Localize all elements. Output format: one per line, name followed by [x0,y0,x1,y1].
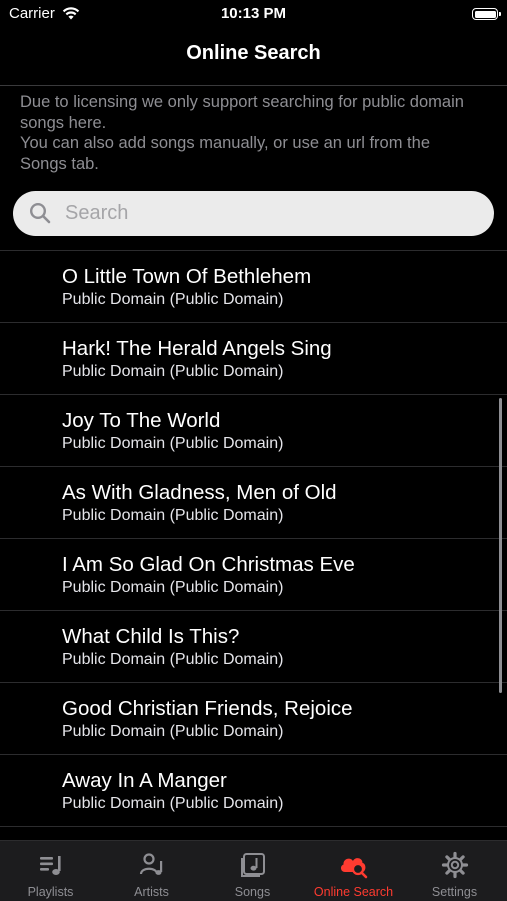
battery-icon [472,8,501,20]
song-subtitle: Public Domain (Public Domain) [62,363,284,380]
artists-icon [101,851,202,879]
song-title: Joy To The World [62,409,221,432]
tab-online-search[interactable]: Online Search [303,841,404,901]
song-subtitle: Public Domain (Public Domain) [62,435,284,452]
song-subtitle: Public Domain (Public Domain) [62,795,284,812]
song-title: O Little Town Of Bethlehem [62,265,312,288]
tab-playlists[interactable]: Playlists [0,841,101,901]
nav-divider [0,85,507,86]
search-icon [29,202,51,229]
status-bar: Carrier 10:13 PM [0,0,507,30]
song-subtitle: Public Domain (Public Domain) [62,579,284,596]
song-title: What Child Is This? [62,625,240,648]
tab-label: Songs [234,885,271,899]
list-item[interactable]: As With Gladness, Men of Old Public Doma… [0,467,507,539]
song-subtitle: Public Domain (Public Domain) [62,723,284,740]
search-bar[interactable] [13,191,494,236]
list-item[interactable]: I Am So Glad On Christmas Eve Public Dom… [0,539,507,611]
tab-label: Online Search [313,885,394,899]
playlist-icon [0,851,101,879]
song-title: Hark! The Herald Angels Sing [62,337,332,360]
tab-label: Artists [134,885,169,899]
song-list: O Little Town Of Bethlehem Public Domain… [0,250,507,827]
tab-label: Playlists [27,885,74,899]
song-title: Away In A Manger [62,769,227,792]
songs-icon [202,851,303,879]
list-item[interactable]: Joy To The World Public Domain (Public D… [0,395,507,467]
scroll-indicator[interactable] [499,398,502,693]
tab-label: Settings [431,885,478,899]
song-title: As With Gladness, Men of Old [62,481,337,504]
info-line-2: You can also add songs manually, or use … [20,134,430,173]
list-item[interactable]: Away In A Manger Public Domain (Public D… [0,755,507,827]
list-item[interactable]: Good Christian Friends, Rejoice Public D… [0,683,507,755]
song-subtitle: Public Domain (Public Domain) [62,507,284,524]
song-subtitle: Public Domain (Public Domain) [62,651,284,668]
tab-settings[interactable]: Settings [404,841,505,901]
song-title: Good Christian Friends, Rejoice [62,697,353,720]
list-item[interactable]: Hark! The Herald Angels Sing Public Doma… [0,323,507,395]
clock: 10:13 PM [220,5,287,22]
list-item[interactable]: O Little Town Of Bethlehem Public Domain… [0,251,507,323]
song-title: I Am So Glad On Christmas Eve [62,553,355,576]
song-subtitle: Public Domain (Public Domain) [62,291,284,308]
list-item[interactable]: What Child Is This? Public Domain (Publi… [0,611,507,683]
cloud-search-icon [303,851,404,879]
tab-bar: Playlists Artists Songs Online Search Se… [0,840,507,901]
licensing-info: Due to licensing we only support searchi… [20,92,480,174]
page-title: Online Search [186,42,321,64]
tab-songs[interactable]: Songs [202,841,303,901]
tab-artists[interactable]: Artists [101,841,202,901]
info-line-1: Due to licensing we only support searchi… [20,93,464,132]
search-input[interactable] [65,197,475,230]
gear-icon [404,851,505,879]
